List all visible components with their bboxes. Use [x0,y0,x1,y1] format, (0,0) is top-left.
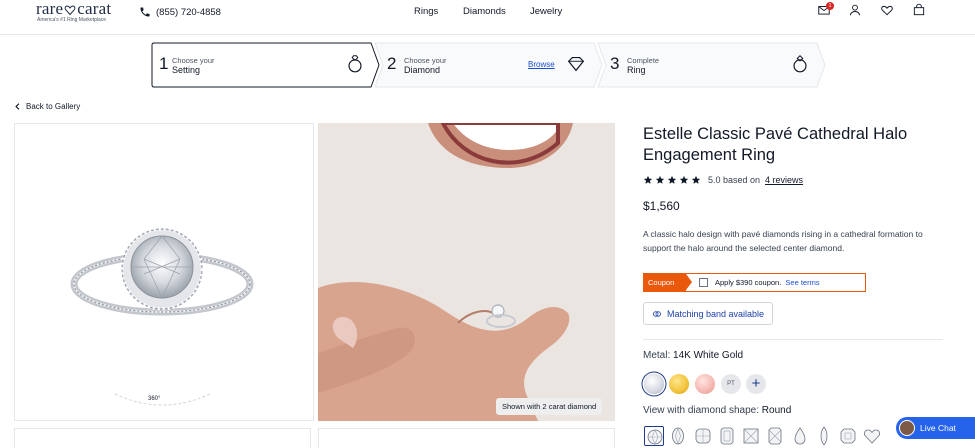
princess-diamond-icon [743,428,759,444]
pear-diamond-icon [794,427,806,445]
shape-marquise[interactable] [814,426,834,446]
heart-logo-icon [64,5,76,16]
step-title: Ring [627,65,646,75]
more-metals-button[interactable]: + [746,374,766,394]
gallery-thumbnail-1[interactable] [14,428,311,448]
heart-icon[interactable] [880,3,894,17]
shape-round[interactable] [644,426,664,446]
step-title: Setting [172,65,201,75]
radiant-diamond-icon [768,427,782,445]
rating-summary: 5.0 based on [708,175,761,185]
product-title: Estelle Classic Pavé Cathedral Halo Enga… [643,125,908,164]
coupon-checkbox[interactable] [699,278,708,287]
phone-link[interactable]: (855) 720-4858 [139,5,221,19]
build-ring-steps: 1 Choose your Setting 2 Choose your Diam… [151,42,827,88]
ring-360-viewer[interactable] [14,123,314,421]
shape-pear[interactable] [790,426,810,446]
star-icon [655,175,665,184]
diamond-icon [567,56,585,72]
nav-rings[interactable]: Rings [414,6,438,17]
chevron-left-icon [15,103,20,110]
oval-diamond-icon [672,426,684,446]
marquise-diamond-icon [820,426,828,446]
metal-swatch-white-gold[interactable] [644,374,664,394]
star-icon [643,175,653,184]
metal-swatch-rose-gold[interactable] [695,374,715,394]
shopping-bag-icon[interactable] [912,3,926,17]
see-terms-link[interactable]: See terms [785,278,819,287]
step-number: 3 [610,54,620,73]
emerald-diamond-icon [720,427,734,445]
back-link-label: Back to Gallery [26,102,81,111]
coupon-box: Coupon Apply $390 coupon. See terms [643,273,866,292]
product-rating: 5.0 based on 4 reviews [643,175,803,185]
phone-icon [140,7,150,17]
rings-icon [653,310,661,317]
lifestyle-hand-image [318,123,615,421]
diamond-shape-label: View with diamond shape: Round [643,405,792,416]
rotate-360-indicator[interactable]: 360° [148,396,160,402]
coupon-label: Apply $390 coupon. See terms [715,278,820,287]
nav-jewelry[interactable]: Jewelry [530,6,562,17]
gallery-thumbnail-2[interactable] [318,428,615,448]
step-title: Diamond [404,65,441,75]
metal-label: Metal: 14K White Gold [643,350,744,361]
steps-background [151,42,826,88]
browse-diamonds-link[interactable]: Browse [528,60,555,69]
round-diamond-icon [647,429,663,445]
shape-cushion[interactable] [693,426,713,446]
shape-asscher[interactable] [838,426,858,446]
shape-princess[interactable] [741,426,761,446]
reviews-link[interactable]: 4 reviews [765,175,803,185]
metal-swatch-platinum[interactable]: PT [721,374,741,394]
shape-heart[interactable] [862,426,882,446]
star-icon [667,175,677,184]
notification-badge: 1 [826,2,834,10]
phone-number: (855) 720-4858 [156,6,221,18]
asscher-diamond-icon [840,428,856,444]
metal-swatch-yellow-gold[interactable] [669,374,689,394]
matching-band-label: Matching band available [667,308,765,319]
step-caption: Complete [627,56,660,65]
rare-carat-logo[interactable]: rare carat America's #1 Ring Marketplace [36,0,118,25]
ring-product-image [70,227,254,406]
star-icon [691,175,701,184]
step-number: 2 [387,54,397,73]
complete-ring-icon [793,55,807,73]
selected-metal: 14K White Gold [673,350,744,361]
star-icon [679,175,689,184]
shape-emerald[interactable] [717,426,737,446]
nav-diamonds[interactable]: Diamonds [463,6,506,17]
cushion-diamond-icon [695,428,711,444]
coupon-tag: Coupon [644,274,692,291]
shape-radiant[interactable] [765,426,785,446]
step-caption: Choose your [404,56,447,65]
logo-tagline: America's #1 Ring Marketplace [37,17,107,23]
step-caption: Choose your [172,56,215,65]
product-price: $1,560 [643,199,680,213]
step-number: 1 [159,54,169,73]
site-header: rare carat America's #1 Ring Marketplace … [0,0,975,35]
chat-agent-avatar [899,420,915,436]
ring-icon [348,55,362,73]
rotate-360-label: 360° [148,396,161,402]
product-description: A classic halo design with pavé diamonds… [643,229,923,253]
back-to-gallery-link[interactable]: Back to Gallery [14,102,80,111]
heart-diamond-icon [863,429,881,444]
shown-with-diamond-badge: Shown with 2 carat diamond [496,398,603,415]
divider [643,339,943,340]
shape-oval[interactable] [668,426,688,446]
matching-band-button[interactable]: Matching band available [643,302,774,325]
selected-shape: Round [761,405,792,416]
live-chat-button[interactable]: Live Chat [896,417,975,439]
live-chat-label: Live Chat [920,423,956,433]
ring-on-hand-photo[interactable] [318,123,615,421]
account-icon[interactable] [848,3,862,17]
